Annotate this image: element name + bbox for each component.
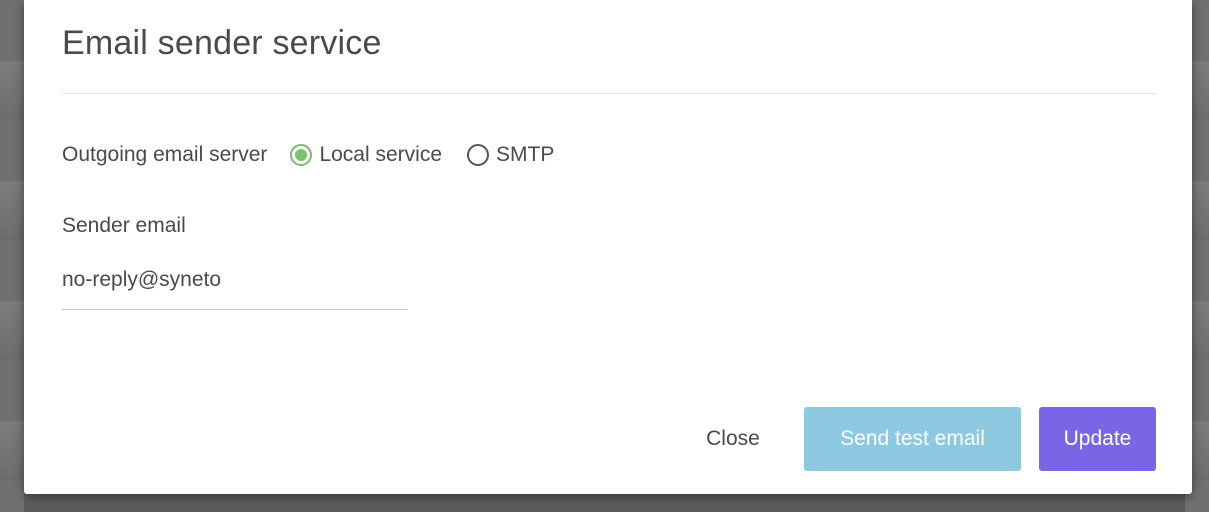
- close-button[interactable]: Close: [681, 407, 785, 471]
- radio-checked-icon[interactable]: [290, 144, 313, 166]
- dialog-title: Email sender service: [62, 24, 382, 62]
- radio-label-smtp: SMTP: [496, 143, 555, 166]
- radio-option-smtp[interactable]: SMTP: [467, 143, 554, 167]
- radio-label-local-service: Local service: [319, 143, 442, 166]
- title-divider: [62, 93, 1156, 94]
- outgoing-server-row: Outgoing email server Local service SMTP: [62, 140, 554, 170]
- radio-option-local-service[interactable]: Local service: [290, 143, 442, 167]
- update-button[interactable]: Update: [1039, 407, 1156, 471]
- radio-unchecked-icon[interactable]: [467, 144, 489, 166]
- backdrop-left: [0, 0, 24, 512]
- email-sender-dialog: Email sender service Outgoing email serv…: [24, 0, 1192, 494]
- sender-email-label: Sender email: [62, 214, 186, 237]
- sender-email-input[interactable]: [62, 262, 408, 310]
- send-test-email-button[interactable]: Send test email: [804, 407, 1021, 471]
- outgoing-server-label: Outgoing email server: [62, 143, 268, 166]
